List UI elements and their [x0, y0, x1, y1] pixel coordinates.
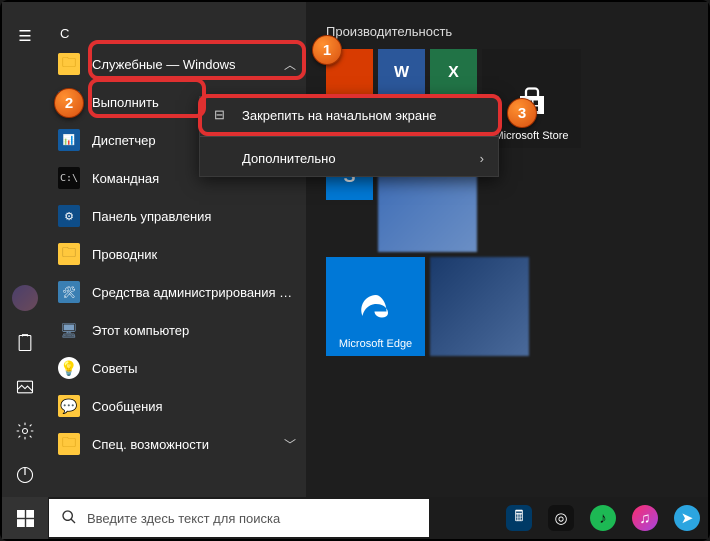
search-input[interactable]: Введите здесь текст для поиска — [49, 499, 429, 537]
search-icon — [61, 509, 77, 528]
chevron-up-icon: ︿ — [284, 56, 296, 73]
control-panel-icon: ⚙ — [58, 205, 80, 227]
edge-icon — [358, 292, 394, 328]
admin-tools-icon: 🛠 — [58, 281, 80, 303]
tile-area: Производительность W X A N Microsoft Sto… — [306, 2, 708, 497]
tile-edge[interactable]: Microsoft Edge — [326, 257, 425, 356]
app-messages[interactable]: 💬 Сообщения — [48, 387, 306, 425]
app-explorer[interactable]: 🗀 Проводник — [48, 235, 306, 273]
app-control-panel[interactable]: ⚙ Панель управления — [48, 197, 306, 235]
app-label: Средства администрирования Wi... — [92, 285, 296, 300]
windows-icon — [17, 510, 34, 527]
app-list: С 🗀 Служебные — Windows ︿ ▭ Выполнить 📊 … — [48, 2, 306, 497]
app-label: Сообщения — [92, 399, 296, 414]
app-accessibility[interactable]: 🗀 Спец. возможности ﹀ — [48, 425, 306, 463]
ctx-pin-to-start[interactable]: ⊟ Закрепить на начальном экране — [200, 97, 498, 133]
search-placeholder: Введите здесь текст для поиска — [87, 511, 280, 526]
documents-icon[interactable] — [13, 331, 37, 355]
cmd-icon: C:\ — [58, 167, 80, 189]
start-rail: ☰ — [2, 2, 48, 497]
tile-obscured[interactable] — [430, 257, 529, 356]
hamburger-icon[interactable]: ☰ — [18, 27, 31, 45]
tile-label: Microsoft Store — [495, 130, 569, 142]
app-this-pc[interactable]: 🖥 Этот компьютер — [48, 311, 306, 349]
ctx-label: Закрепить на начальном экране — [242, 108, 437, 123]
separator — [200, 136, 498, 137]
badge-one: 1 — [312, 35, 342, 65]
start-button[interactable] — [2, 497, 48, 539]
taskbar-telegram[interactable]: ➤ — [666, 497, 708, 539]
taskbar-calculator[interactable]: 🖩 — [498, 497, 540, 539]
taskbar-itunes[interactable]: ♫ — [624, 497, 666, 539]
app-label: Служебные — Windows — [92, 57, 278, 72]
tile-excel[interactable]: X — [430, 49, 477, 96]
app-admin-tools[interactable]: 🛠 Средства администрирования Wi... — [48, 273, 306, 311]
pictures-icon[interactable] — [13, 375, 37, 399]
ctx-more[interactable]: Дополнительно › — [200, 140, 498, 176]
folder-icon: 🗀 — [58, 433, 80, 455]
app-label: Спец. возможности — [92, 437, 278, 452]
taskbar-spotify[interactable]: ♪ — [582, 497, 624, 539]
letter-heading[interactable]: С — [48, 22, 306, 45]
badge-two: 2 — [54, 88, 84, 118]
tips-icon: 💡 — [58, 357, 80, 379]
badge-three: 3 — [507, 98, 537, 128]
app-label: Проводник — [92, 247, 296, 262]
folder-icon: 🗀 — [58, 53, 80, 75]
task-manager-icon: 📊 — [58, 129, 80, 151]
context-menu: ⊟ Закрепить на начальном экране Дополнит… — [199, 96, 499, 177]
chevron-down-icon: ﹀ — [284, 436, 296, 453]
ctx-label: Дополнительно — [242, 151, 336, 166]
tile-word[interactable]: W — [378, 49, 425, 96]
taskbar: Введите здесь текст для поиска 🖩 ◎ ♪ ♫ ➤ — [2, 497, 708, 539]
messages-icon: 💬 — [58, 395, 80, 417]
tile-label: Microsoft Edge — [339, 338, 412, 350]
user-avatar-icon[interactable] — [12, 285, 38, 311]
app-label: Этот компьютер — [92, 323, 296, 338]
app-tips[interactable]: 💡 Советы — [48, 349, 306, 387]
chevron-right-icon: › — [480, 151, 484, 166]
app-label: Панель управления — [92, 209, 296, 224]
explorer-icon: 🗀 — [58, 243, 80, 265]
app-label: Советы — [92, 361, 296, 376]
power-icon[interactable] — [13, 463, 37, 487]
settings-icon[interactable] — [13, 419, 37, 443]
pin-icon: ⊟ — [214, 107, 232, 123]
tile-group-title[interactable]: Производительность — [326, 24, 688, 39]
pc-icon: 🖥 — [58, 319, 80, 341]
app-system-tools[interactable]: 🗀 Служебные — Windows ︿ — [48, 45, 306, 83]
taskbar-app-circle[interactable]: ◎ — [540, 497, 582, 539]
